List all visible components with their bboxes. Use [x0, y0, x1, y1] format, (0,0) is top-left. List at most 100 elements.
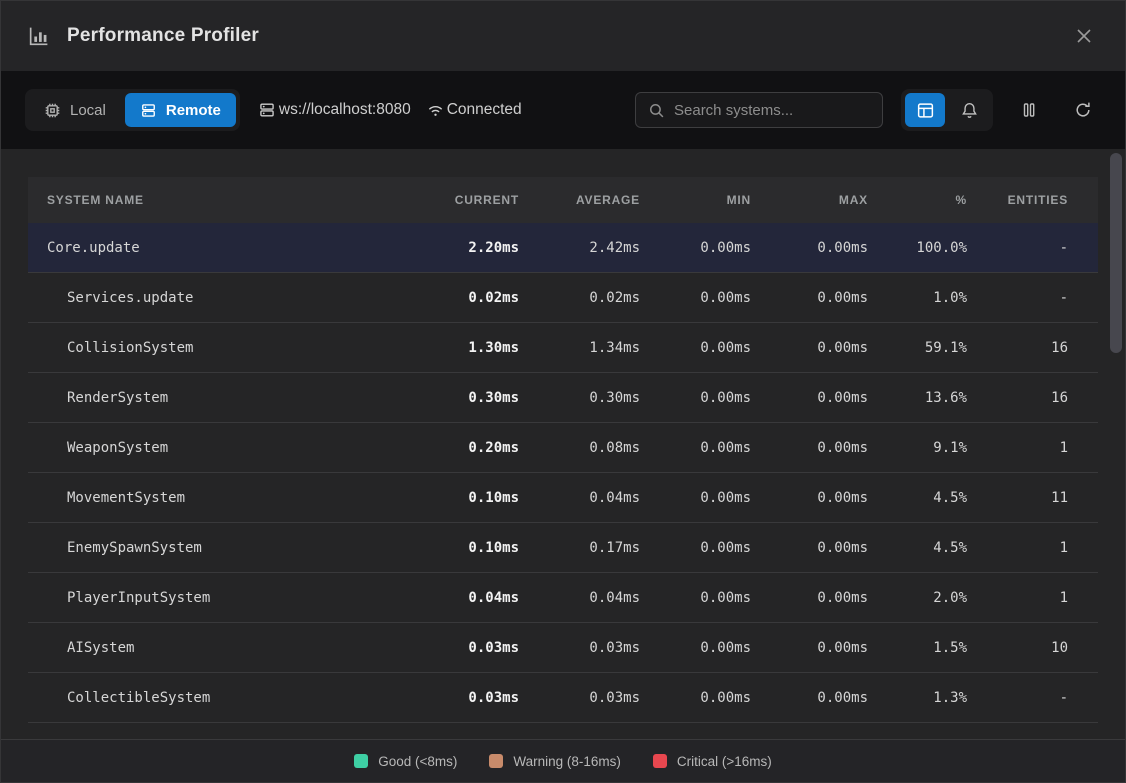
table-row[interactable]: AISystem0.03ms0.03ms0.00ms0.00ms1.5%10	[28, 623, 1098, 673]
close-icon	[1074, 26, 1094, 46]
min-cell: 0.00ms	[650, 390, 761, 406]
connection-status-text: Connected	[447, 101, 522, 119]
cpu-chip-icon	[44, 102, 61, 119]
table-row[interactable]: EnemySpawnSystem0.10ms0.17ms0.00ms0.00ms…	[28, 523, 1098, 573]
entities-cell: 1	[977, 540, 1098, 556]
system-name-cell: EnemySpawnSystem	[28, 540, 419, 556]
max-cell: 0.00ms	[761, 390, 878, 406]
current-cell: 0.04ms	[419, 590, 529, 606]
table-row[interactable]: MovementSystem0.10ms0.04ms0.00ms0.00ms4.…	[28, 473, 1098, 523]
percent-cell: 4.5%	[878, 540, 977, 556]
view-button-group	[901, 89, 993, 131]
max-cell: 0.00ms	[761, 240, 878, 256]
current-cell: 1.30ms	[419, 340, 529, 356]
pause-button[interactable]	[1011, 92, 1047, 128]
current-cell: 0.20ms	[419, 440, 529, 456]
max-cell: 0.00ms	[761, 340, 878, 356]
min-cell: 0.00ms	[650, 340, 761, 356]
search-input[interactable]	[674, 102, 870, 119]
local-tab-button[interactable]: Local	[29, 93, 121, 127]
col-current[interactable]: Current	[419, 193, 529, 207]
ws-url-text: ws://localhost:8080	[279, 101, 411, 119]
entities-cell: -	[977, 290, 1098, 306]
average-cell: 0.17ms	[529, 540, 650, 556]
current-cell: 0.30ms	[419, 390, 529, 406]
bar-chart-icon	[27, 25, 50, 48]
average-cell: 0.04ms	[529, 490, 650, 506]
table-row[interactable]: Services.update0.02ms0.02ms0.00ms0.00ms1…	[28, 273, 1098, 323]
legend-label: Critical (>16ms)	[677, 754, 772, 769]
max-cell: 0.00ms	[761, 540, 878, 556]
table-view-icon	[916, 101, 935, 120]
max-cell: 0.00ms	[761, 640, 878, 656]
table-row[interactable]: RenderSystem0.30ms0.30ms0.00ms0.00ms13.6…	[28, 373, 1098, 423]
average-cell: 0.02ms	[529, 290, 650, 306]
system-name-cell: PlayerInputSystem	[28, 590, 419, 606]
percent-cell: 100.0%	[878, 240, 977, 256]
percent-cell: 1.3%	[878, 690, 977, 706]
min-cell: 0.00ms	[650, 490, 761, 506]
legend-swatch	[653, 754, 667, 768]
close-button[interactable]	[1069, 21, 1099, 51]
table-body: Core.update2.20ms2.42ms0.00ms0.00ms100.0…	[28, 223, 1098, 723]
col-average[interactable]: Average	[529, 193, 650, 207]
legend-footer: Good (<8ms) Warning (8-16ms) Critical (>16…	[1, 739, 1125, 782]
server-icon	[140, 102, 157, 119]
col-entities[interactable]: Entities	[977, 193, 1098, 207]
legend-item: Critical (>16ms)	[653, 754, 772, 769]
connection-status: Connected	[427, 101, 522, 119]
col-min[interactable]: Min	[650, 193, 761, 207]
pause-icon	[1020, 101, 1038, 119]
table-row[interactable]: Core.update2.20ms2.42ms0.00ms0.00ms100.0…	[28, 223, 1098, 273]
search-icon	[648, 102, 665, 119]
average-cell: 0.30ms	[529, 390, 650, 406]
search-box[interactable]	[635, 92, 883, 128]
entities-cell: 16	[977, 340, 1098, 356]
legend-label: Warning (8-16ms)	[513, 754, 621, 769]
title-bar: Performance Profiler	[1, 1, 1125, 71]
table-view-button[interactable]	[905, 93, 945, 127]
percent-cell: 13.6%	[878, 390, 977, 406]
min-cell: 0.00ms	[650, 440, 761, 456]
remote-tab-button[interactable]: Remote	[125, 93, 236, 127]
col-percent[interactable]: %	[878, 193, 977, 207]
col-system-name[interactable]: System Name	[28, 193, 419, 207]
system-name-cell: CollectibleSystem	[28, 690, 419, 706]
legend-label: Good (<8ms)	[378, 754, 457, 769]
min-cell: 0.00ms	[650, 240, 761, 256]
col-max[interactable]: Max	[761, 193, 878, 207]
legend-item: Warning (8-16ms)	[489, 754, 621, 769]
current-cell: 0.10ms	[419, 490, 529, 506]
table-header-row: System NameCurrentAverageMinMax%Entities	[28, 177, 1098, 223]
average-cell: 0.03ms	[529, 640, 650, 656]
system-name-cell: WeaponSystem	[28, 440, 419, 456]
min-cell: 0.00ms	[650, 290, 761, 306]
max-cell: 0.00ms	[761, 690, 878, 706]
min-cell: 0.00ms	[650, 690, 761, 706]
system-name-cell: MovementSystem	[28, 490, 419, 506]
alerts-button[interactable]	[949, 93, 989, 127]
average-cell: 2.42ms	[529, 240, 650, 256]
connection-info: ws://localhost:8080 Connected	[258, 101, 522, 119]
entities-cell: -	[977, 690, 1098, 706]
max-cell: 0.00ms	[761, 490, 878, 506]
table-row[interactable]: WeaponSystem0.20ms0.08ms0.00ms0.00ms9.1%…	[28, 423, 1098, 473]
entities-cell: -	[977, 240, 1098, 256]
percent-cell: 9.1%	[878, 440, 977, 456]
entities-cell: 16	[977, 390, 1098, 406]
percent-cell: 4.5%	[878, 490, 977, 506]
current-cell: 2.20ms	[419, 240, 529, 256]
entities-cell: 1	[977, 440, 1098, 456]
remote-tab-label: Remote	[166, 102, 221, 119]
table-row[interactable]: CollisionSystem1.30ms1.34ms0.00ms0.00ms5…	[28, 323, 1098, 373]
performance-profiler-window: Performance Profiler Local	[0, 0, 1126, 783]
entities-cell: 11	[977, 490, 1098, 506]
vertical-scrollbar-thumb[interactable]	[1110, 153, 1122, 353]
refresh-button[interactable]	[1065, 92, 1101, 128]
table-row[interactable]: CollectibleSystem0.03ms0.03ms0.00ms0.00m…	[28, 673, 1098, 723]
page-title: Performance Profiler	[67, 25, 259, 47]
table-row[interactable]: PlayerInputSystem0.04ms0.04ms0.00ms0.00m…	[28, 573, 1098, 623]
entities-cell: 1	[977, 590, 1098, 606]
max-cell: 0.00ms	[761, 290, 878, 306]
table-container: System NameCurrentAverageMinMax%Entities…	[1, 149, 1125, 741]
